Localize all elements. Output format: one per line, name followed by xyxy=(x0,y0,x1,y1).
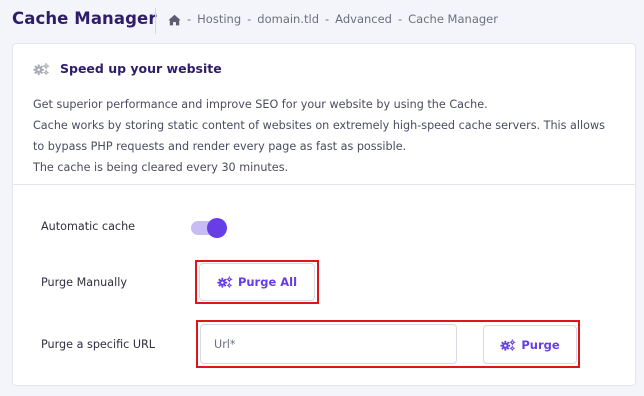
breadcrumb-separator: - xyxy=(325,12,330,26)
purge-manually-label: Purge Manually xyxy=(41,276,127,289)
card-divider xyxy=(13,184,635,185)
gears-icon xyxy=(33,62,50,76)
toggle-knob xyxy=(207,218,227,238)
description-line: Cache works by storing static content of… xyxy=(33,119,605,132)
url-input[interactable] xyxy=(200,324,457,364)
breadcrumb-separator: - xyxy=(187,12,192,26)
card-description: Get superior performance and improve SEO… xyxy=(33,94,633,178)
purge-url-label: Purge a specific URL xyxy=(41,338,156,351)
breadcrumb: - Hosting - domain.tld - Advanced - Cach… xyxy=(168,12,498,26)
purge-all-button[interactable]: Purge All xyxy=(199,263,315,301)
breadcrumb-item-cache-manager: Cache Manager xyxy=(408,12,498,26)
page-title: Cache Manager xyxy=(12,9,157,28)
card-title-row: Speed up your website xyxy=(33,61,222,76)
breadcrumb-item-advanced[interactable]: Advanced xyxy=(335,12,392,26)
page-header: Cache Manager - Hosting - domain.tld - A… xyxy=(0,0,644,42)
breadcrumb-item-hosting[interactable]: Hosting xyxy=(197,12,241,26)
title-divider xyxy=(155,8,156,34)
card-intro: Speed up your website Get superior perfo… xyxy=(13,44,635,185)
card-title: Speed up your website xyxy=(60,61,222,76)
gears-icon xyxy=(217,276,233,288)
breadcrumb-separator: - xyxy=(247,12,252,26)
breadcrumb-item-domain[interactable]: domain.tld xyxy=(257,12,319,26)
automatic-cache-toggle[interactable] xyxy=(191,218,227,238)
home-icon[interactable] xyxy=(168,14,181,26)
automatic-cache-label: Automatic cache xyxy=(41,220,136,233)
description-line: to bypass PHP requests and render every … xyxy=(33,140,407,153)
description-line: The cache is being cleared every 30 minu… xyxy=(33,161,289,174)
breadcrumb-separator: - xyxy=(397,12,403,26)
purge-url-button[interactable]: Purge xyxy=(483,325,577,364)
description-line: Get superior performance and improve SEO… xyxy=(33,98,488,111)
purge-all-label: Purge All xyxy=(237,275,298,289)
purge-label: Purge xyxy=(521,337,560,352)
gears-icon xyxy=(500,339,516,351)
